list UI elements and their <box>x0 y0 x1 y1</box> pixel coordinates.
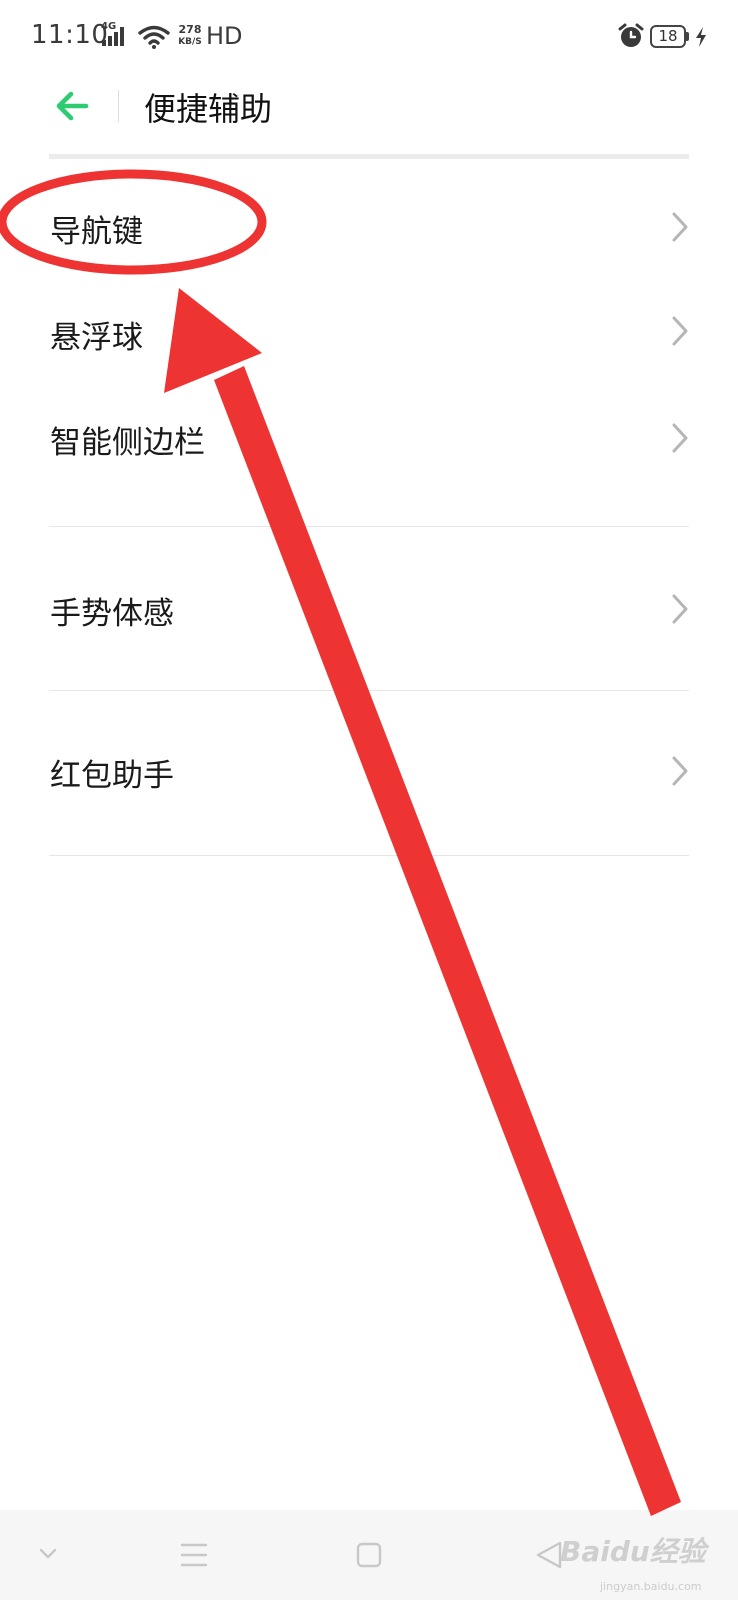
recent-apps-button[interactable] <box>160 1510 230 1600</box>
section-divider <box>49 526 689 527</box>
header: 便捷辅助 <box>0 72 738 154</box>
chevron-right-icon <box>672 594 688 624</box>
network-speed-unit: KB/S <box>178 37 202 47</box>
header-divider <box>118 90 119 122</box>
page-title: 便捷辅助 <box>144 90 273 128</box>
chevron-right-icon <box>672 212 688 242</box>
network-speed-value: 278 <box>178 23 202 36</box>
home-square-icon <box>356 1542 382 1572</box>
menu-item-floating-ball[interactable]: 悬浮球 <box>0 290 738 382</box>
menu-item-label: 手势体感 <box>50 596 174 632</box>
menu-item-red-packet-assistant[interactable]: 红包助手 <box>0 724 738 816</box>
header-separator <box>49 154 689 159</box>
battery-tip <box>686 32 689 41</box>
network-type-label: 4G <box>101 21 117 32</box>
menu-icon <box>180 1542 208 1572</box>
menu-item-smart-sidebar[interactable]: 智能侧边栏 <box>0 395 738 487</box>
baidu-watermark-domain: jingyan.baidu.com <box>600 1580 702 1593</box>
section-divider <box>49 855 689 856</box>
battery-level: 18 <box>658 27 678 45</box>
status-bar: 11:10 4G 278 KB/S HD 18 <box>0 0 738 72</box>
wifi-icon <box>138 25 170 53</box>
alarm-clock-icon <box>617 22 645 54</box>
charging-bolt-icon <box>694 26 708 52</box>
chevron-right-icon <box>672 423 688 453</box>
chevron-right-icon <box>672 316 688 346</box>
collapse-chevron-icon <box>38 1546 58 1565</box>
status-time: 11:10 <box>31 20 109 50</box>
menu-item-label: 导航键 <box>50 214 143 250</box>
menu-item-gesture-motion[interactable]: 手势体感 <box>0 560 738 652</box>
chevron-right-icon <box>672 756 688 786</box>
menu-item-label: 红包助手 <box>50 758 174 794</box>
collapse-nav-button[interactable] <box>20 1510 80 1600</box>
menu-item-navigation-keys[interactable]: 导航键 <box>0 180 738 272</box>
back-arrow-icon <box>54 88 90 128</box>
network-speed: 278 KB/S <box>175 24 205 48</box>
hd-label: HD <box>206 22 243 50</box>
menu-item-label: 智能侧边栏 <box>50 425 205 461</box>
back-button[interactable] <box>48 82 96 130</box>
baidu-watermark-logo: Baidu经验 <box>560 1535 706 1568</box>
menu-item-label: 悬浮球 <box>50 320 143 356</box>
section-divider <box>49 690 689 691</box>
home-button[interactable] <box>334 1510 404 1600</box>
